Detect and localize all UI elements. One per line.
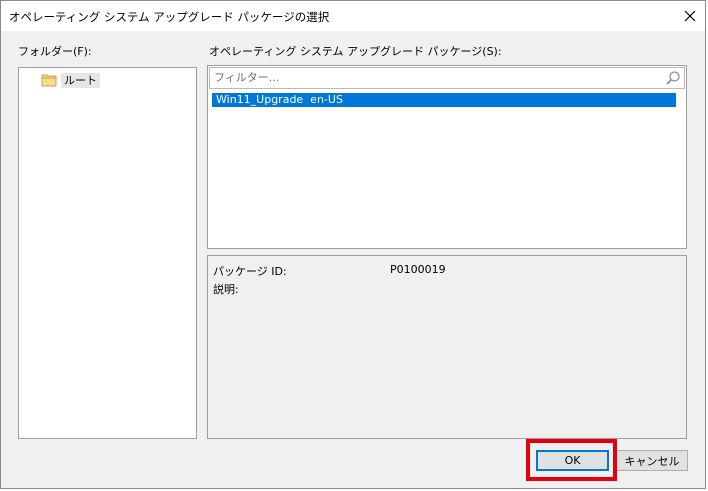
package-id-value: P0100019 (390, 263, 446, 276)
dialog-title: オペレーティング システム アップグレード パッケージの選択 (9, 10, 330, 24)
search-icon[interactable] (665, 70, 681, 86)
tree-item-root[interactable]: ルート (41, 72, 100, 88)
tree-item-label: ルート (61, 72, 100, 88)
folder-icon (41, 74, 57, 87)
package-list-panel: Win11_Upgrade en-US (207, 65, 687, 249)
package-id-label: パッケージ ID: (213, 265, 287, 278)
dialog-window: オペレーティング システム アップグレード パッケージの選択 フォルダー(F):… (0, 0, 706, 489)
close-icon (684, 10, 696, 22)
filter-input[interactable] (212, 69, 666, 86)
close-button[interactable] (675, 1, 705, 31)
folder-pane-label: フォルダー(F): (18, 45, 92, 58)
package-pane-label: オペレーティング システム アップグレード パッケージ(S): (209, 45, 502, 58)
description-label: 説明: (213, 283, 239, 296)
title-bar: オペレーティング システム アップグレード パッケージの選択 (1, 1, 705, 31)
ok-button[interactable]: OK (536, 450, 609, 471)
filter-box[interactable] (209, 67, 685, 89)
package-row[interactable]: Win11_Upgrade en-US (212, 93, 676, 107)
cancel-button[interactable]: キャンセル (616, 450, 688, 471)
folder-tree[interactable]: ルート (18, 67, 197, 439)
package-details-panel: パッケージ ID: P0100019 説明: (207, 255, 687, 439)
